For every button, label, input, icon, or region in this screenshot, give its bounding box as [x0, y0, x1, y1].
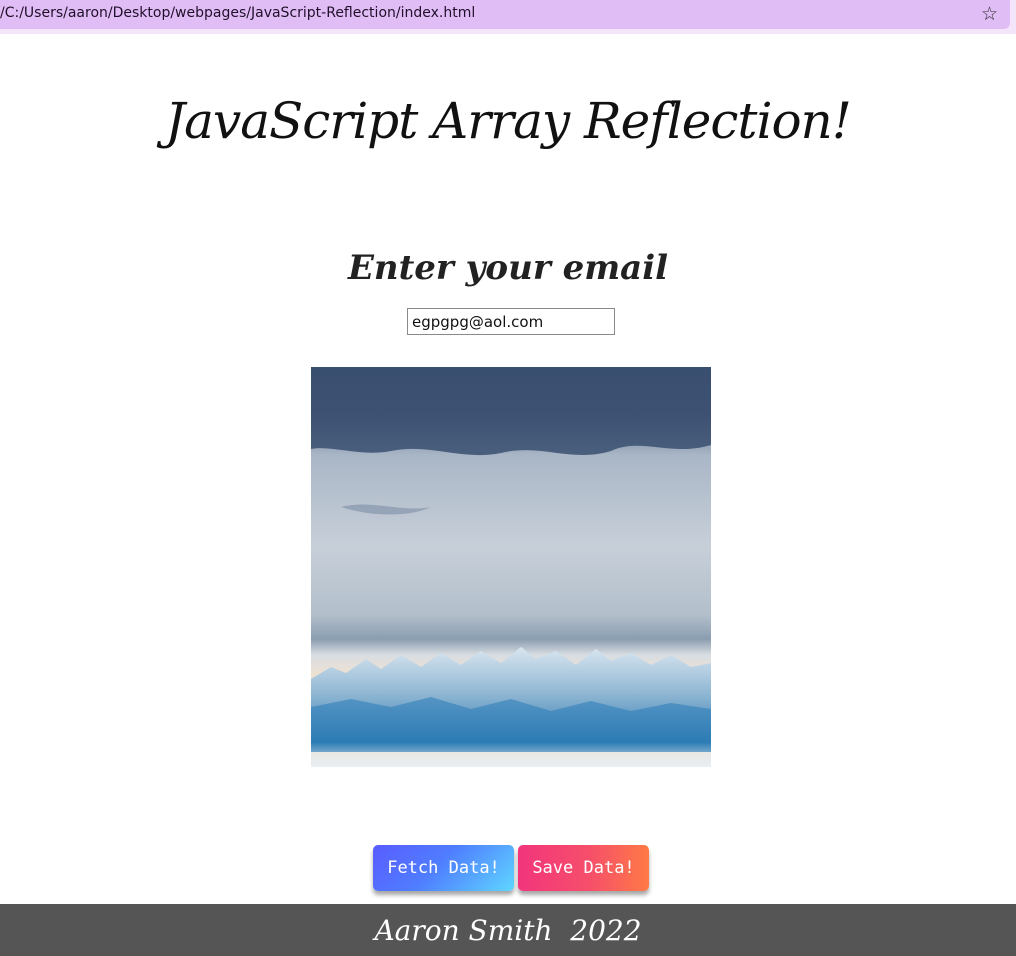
star-icon[interactable]: ☆ [981, 3, 998, 25]
page-title: JavaScript Array Reflection! [165, 92, 852, 150]
url-text: /C:/Users/aaron/Desktop/webpages/JavaScr… [0, 5, 476, 21]
email-heading: Enter your email [347, 248, 669, 288]
url-field[interactable]: /C:/Users/aaron/Desktop/webpages/JavaScr… [0, 0, 1010, 29]
footer-credit: Aaron Smith 2022 [374, 914, 642, 947]
fetch-data-button[interactable]: Fetch Data! [373, 845, 514, 891]
mountain-photo [311, 367, 711, 767]
email-input[interactable] [407, 308, 615, 335]
mountain-photo-graphic [311, 367, 711, 767]
footer: Aaron Smith 2022 [0, 904, 1016, 956]
browser-address-bar: /C:/Users/aaron/Desktop/webpages/JavaScr… [0, 0, 1016, 34]
save-data-button[interactable]: Save Data! [518, 845, 649, 891]
